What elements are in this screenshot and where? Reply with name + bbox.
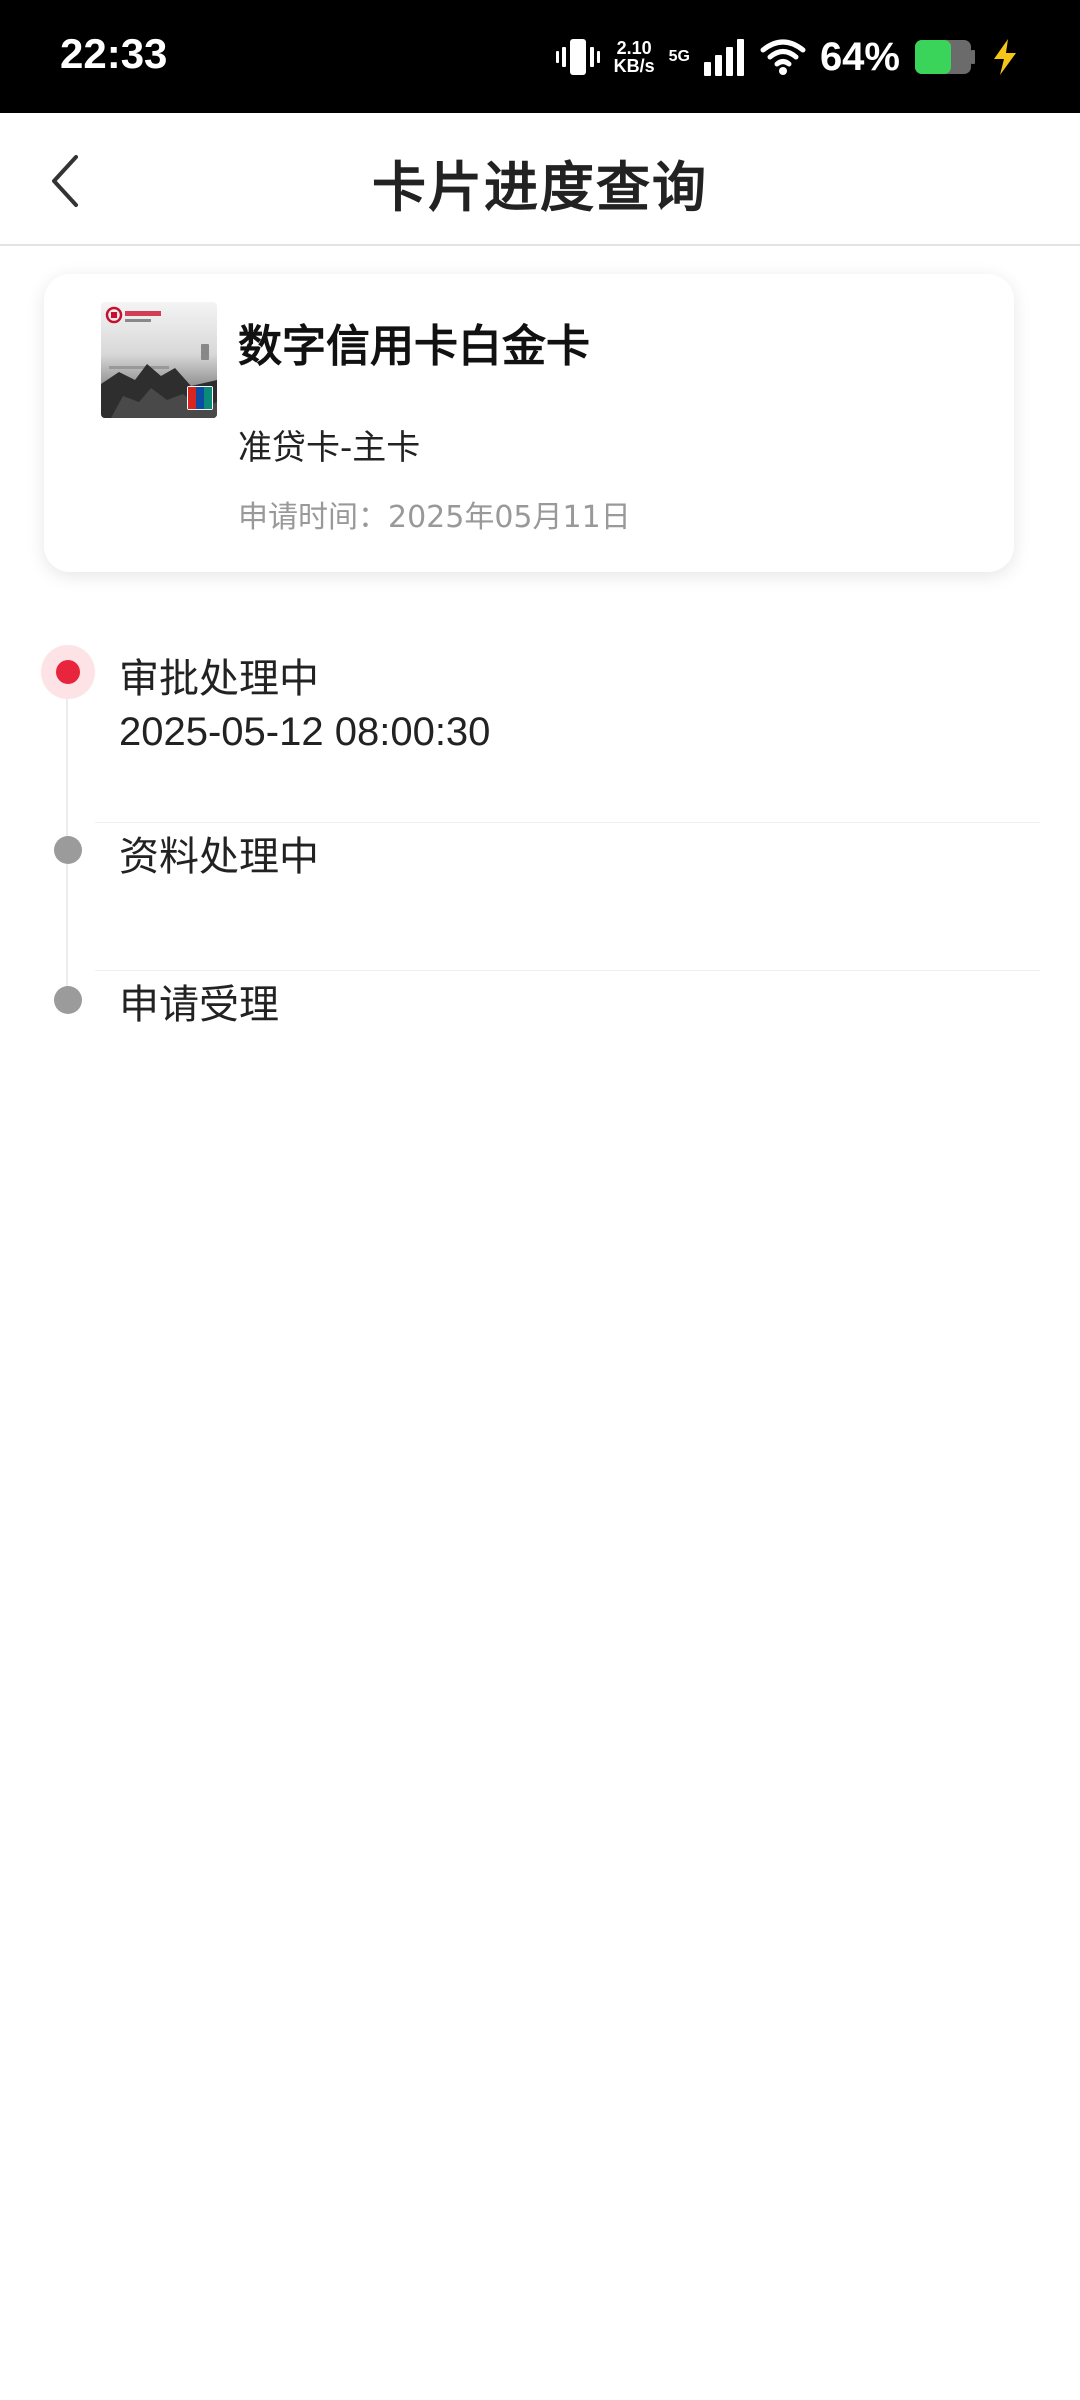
step-dot: [54, 836, 82, 864]
signal-icon: [703, 38, 746, 76]
apply-time: 申请时间：2025年05月11日: [238, 500, 631, 535]
step-divider: [95, 970, 1040, 971]
status-bar: 22:33 2.10 KB/s 5G 64%: [0, 0, 1080, 113]
step-label: 申请受理: [119, 982, 279, 1028]
net-speed: 2.10 KB/s: [614, 39, 655, 75]
card-type: 准贷卡-主卡: [238, 428, 421, 468]
wifi-icon: [760, 37, 806, 77]
charging-icon: [990, 37, 1020, 77]
net-speed-unit: KB/s: [613, 56, 655, 76]
page-title: 卡片进度查询: [372, 156, 708, 219]
card-info-panel[interactable]: 数字信用卡白金卡 准贷卡-主卡 申请时间：2025年05月11日: [44, 274, 1014, 572]
nav-bar: 卡片进度查询: [0, 113, 1080, 246]
step-time: 2025-05-12 08:00:30: [119, 710, 491, 754]
step-label: 资料处理中: [119, 834, 319, 880]
card-name: 数字信用卡白金卡: [238, 321, 590, 372]
vibrate-icon: [555, 37, 600, 77]
battery-percent: 64%: [819, 34, 900, 79]
battery-icon: [914, 39, 976, 75]
status-icons: 2.10 KB/s 5G 64%: [555, 32, 1020, 82]
step-label: 审批处理中: [119, 656, 319, 702]
net-type: 5G: [669, 49, 690, 65]
step-divider: [95, 822, 1040, 823]
step-dot: [54, 986, 82, 1014]
net-type-label: 5G: [668, 48, 690, 65]
timeline-line: [66, 660, 68, 1000]
status-time: 22:33: [60, 30, 168, 77]
net-speed-value: 2.10: [616, 38, 652, 58]
credit-card-image: [101, 302, 217, 418]
step-dot-active: [41, 645, 95, 699]
